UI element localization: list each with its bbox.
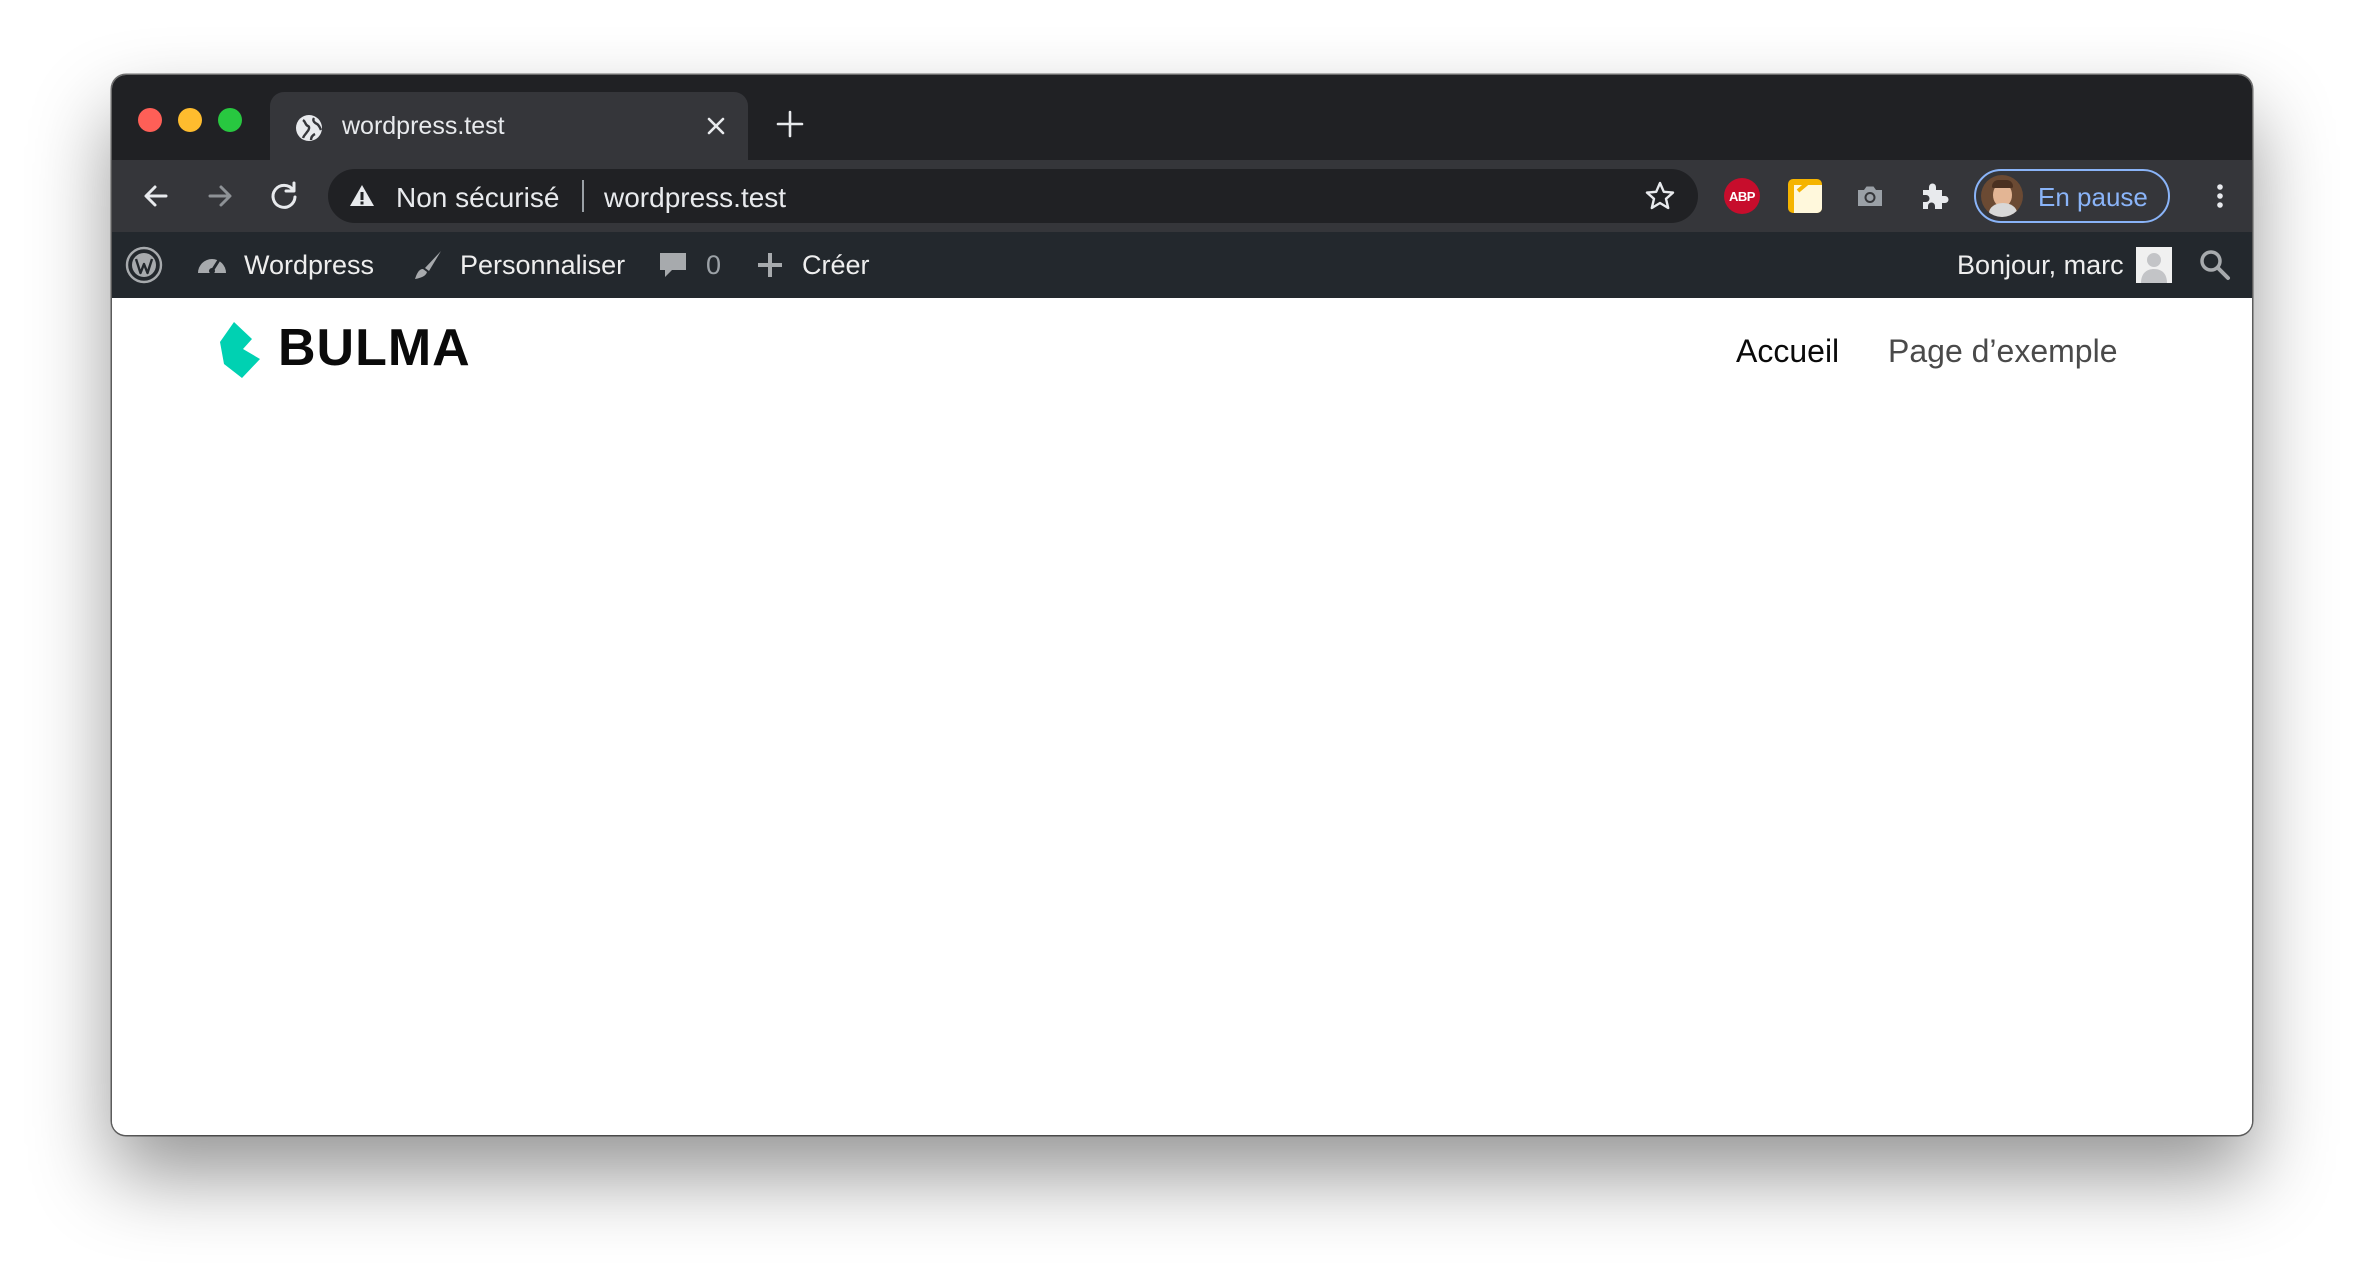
- close-tab-icon[interactable]: [702, 112, 730, 140]
- greeting-label: Bonjour, marc: [1957, 249, 2124, 280]
- profile-status-label: En pause: [2038, 182, 2148, 212]
- puzzle-extensions-icon[interactable]: [1916, 178, 1952, 214]
- profile-button[interactable]: En pause: [1974, 169, 2170, 223]
- admin-search[interactable]: [2198, 232, 2232, 298]
- close-window-button[interactable]: [138, 108, 162, 132]
- camera-extension-icon[interactable]: [1852, 178, 1888, 214]
- tab-strip: wordpress.test: [112, 75, 2252, 160]
- user-avatar-icon: [2135, 247, 2172, 283]
- browser-tab[interactable]: wordpress.test: [270, 92, 748, 160]
- brush-icon: [415, 251, 441, 279]
- browser-window: wordpress.test Non sécurisé wordpress.te…: [112, 75, 2252, 1135]
- page-content: BULMA Accueil Page d’exemple: [112, 298, 2252, 1135]
- bulma-logo-icon[interactable]: [220, 322, 262, 378]
- minimize-window-button[interactable]: [178, 108, 202, 132]
- profile-avatar: [1981, 175, 2023, 217]
- notes-extension-icon[interactable]: [1788, 179, 1822, 213]
- site-name-label: Wordpress: [244, 249, 375, 280]
- reload-icon[interactable]: [266, 178, 302, 214]
- browser-toolbar: Non sécurisé wordpress.test ABP En pause: [112, 160, 2252, 232]
- my-account-menu[interactable]: Bonjour, marc: [1957, 232, 2172, 298]
- security-label[interactable]: Non sécurisé: [396, 182, 559, 214]
- new-content-label: Créer: [802, 249, 870, 280]
- site-logo-text[interactable]: BULMA: [278, 318, 471, 378]
- comment-bubble-icon: [660, 253, 686, 277]
- comments-count: 0: [706, 249, 722, 280]
- dashboard-icon: [198, 258, 226, 274]
- search-icon: [2200, 250, 2230, 280]
- nav-link-sample-page[interactable]: Page d’exemple: [1888, 333, 2117, 370]
- tab-title: wordpress.test: [342, 112, 505, 140]
- new-tab-icon[interactable]: [775, 109, 805, 139]
- address-separator: [582, 180, 584, 212]
- customize-label: Personnaliser: [460, 249, 626, 280]
- maximize-window-button[interactable]: [218, 108, 242, 132]
- bookmark-star-icon[interactable]: [1644, 180, 1676, 212]
- url-text[interactable]: wordpress.test: [604, 182, 786, 214]
- adblock-extension-icon[interactable]: ABP: [1724, 178, 1760, 214]
- comments-link[interactable]: 0: [656, 232, 721, 298]
- nav-link-home[interactable]: Accueil: [1736, 333, 1839, 370]
- wordpress-logo-icon: [125, 246, 163, 284]
- customize-link[interactable]: Personnaliser: [410, 232, 625, 298]
- more-menu-icon[interactable]: [2202, 178, 2238, 214]
- plus-icon: [758, 253, 782, 277]
- site-name-menu[interactable]: Wordpress: [194, 232, 374, 298]
- address-bar[interactable]: Non sécurisé wordpress.test: [328, 169, 1698, 223]
- new-content-menu[interactable]: Créer: [754, 232, 870, 298]
- globe-icon: [296, 115, 323, 141]
- wp-logo-menu[interactable]: [124, 232, 164, 298]
- wp-admin-bar: Wordpress Personnaliser 0 Créer Bonjour,…: [112, 232, 2252, 298]
- forward-arrow-icon[interactable]: [202, 178, 238, 214]
- back-arrow-icon[interactable]: [138, 178, 174, 214]
- warning-icon[interactable]: [348, 182, 376, 210]
